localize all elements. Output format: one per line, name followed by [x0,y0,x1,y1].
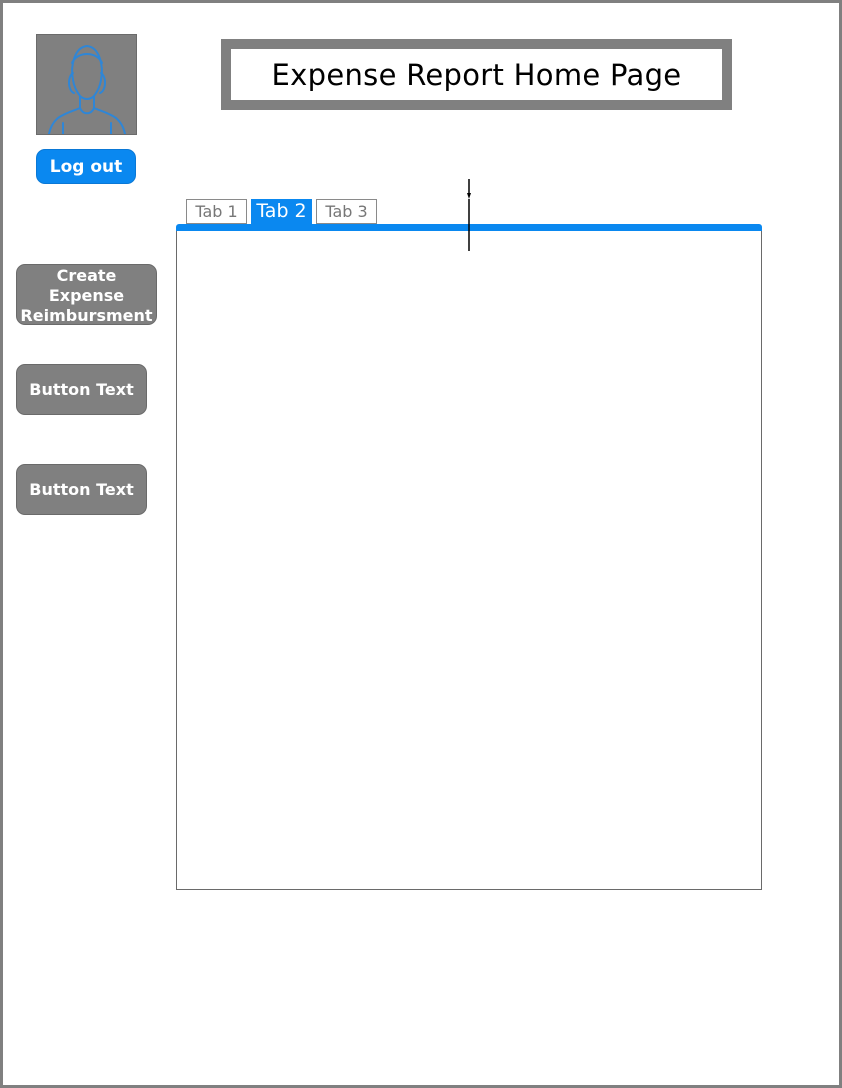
create-expense-reimbursement-button[interactable]: Create Expense Reimbursment [16,264,157,325]
button-label-line: Create [56,266,117,285]
tab-content-panel [176,231,762,890]
button-label-line: Expense [48,286,125,305]
tab-3[interactable]: Tab 3 [316,199,377,224]
tab-1[interactable]: Tab 1 [186,199,247,224]
logout-button[interactable]: Log out [36,149,136,184]
sidebar-button-3[interactable]: Button Text [16,464,147,515]
avatar [36,34,137,135]
text-cursor-icon [467,179,471,251]
page-title-box: Expense Report Home Page [221,39,732,110]
tab-2[interactable]: Tab 2 [251,199,312,224]
page-title: Expense Report Home Page [271,57,682,92]
sidebar-button-2[interactable]: Button Text [16,364,147,415]
button-label-line: Reimbursment [20,306,153,325]
user-avatar-icon [48,45,126,134]
